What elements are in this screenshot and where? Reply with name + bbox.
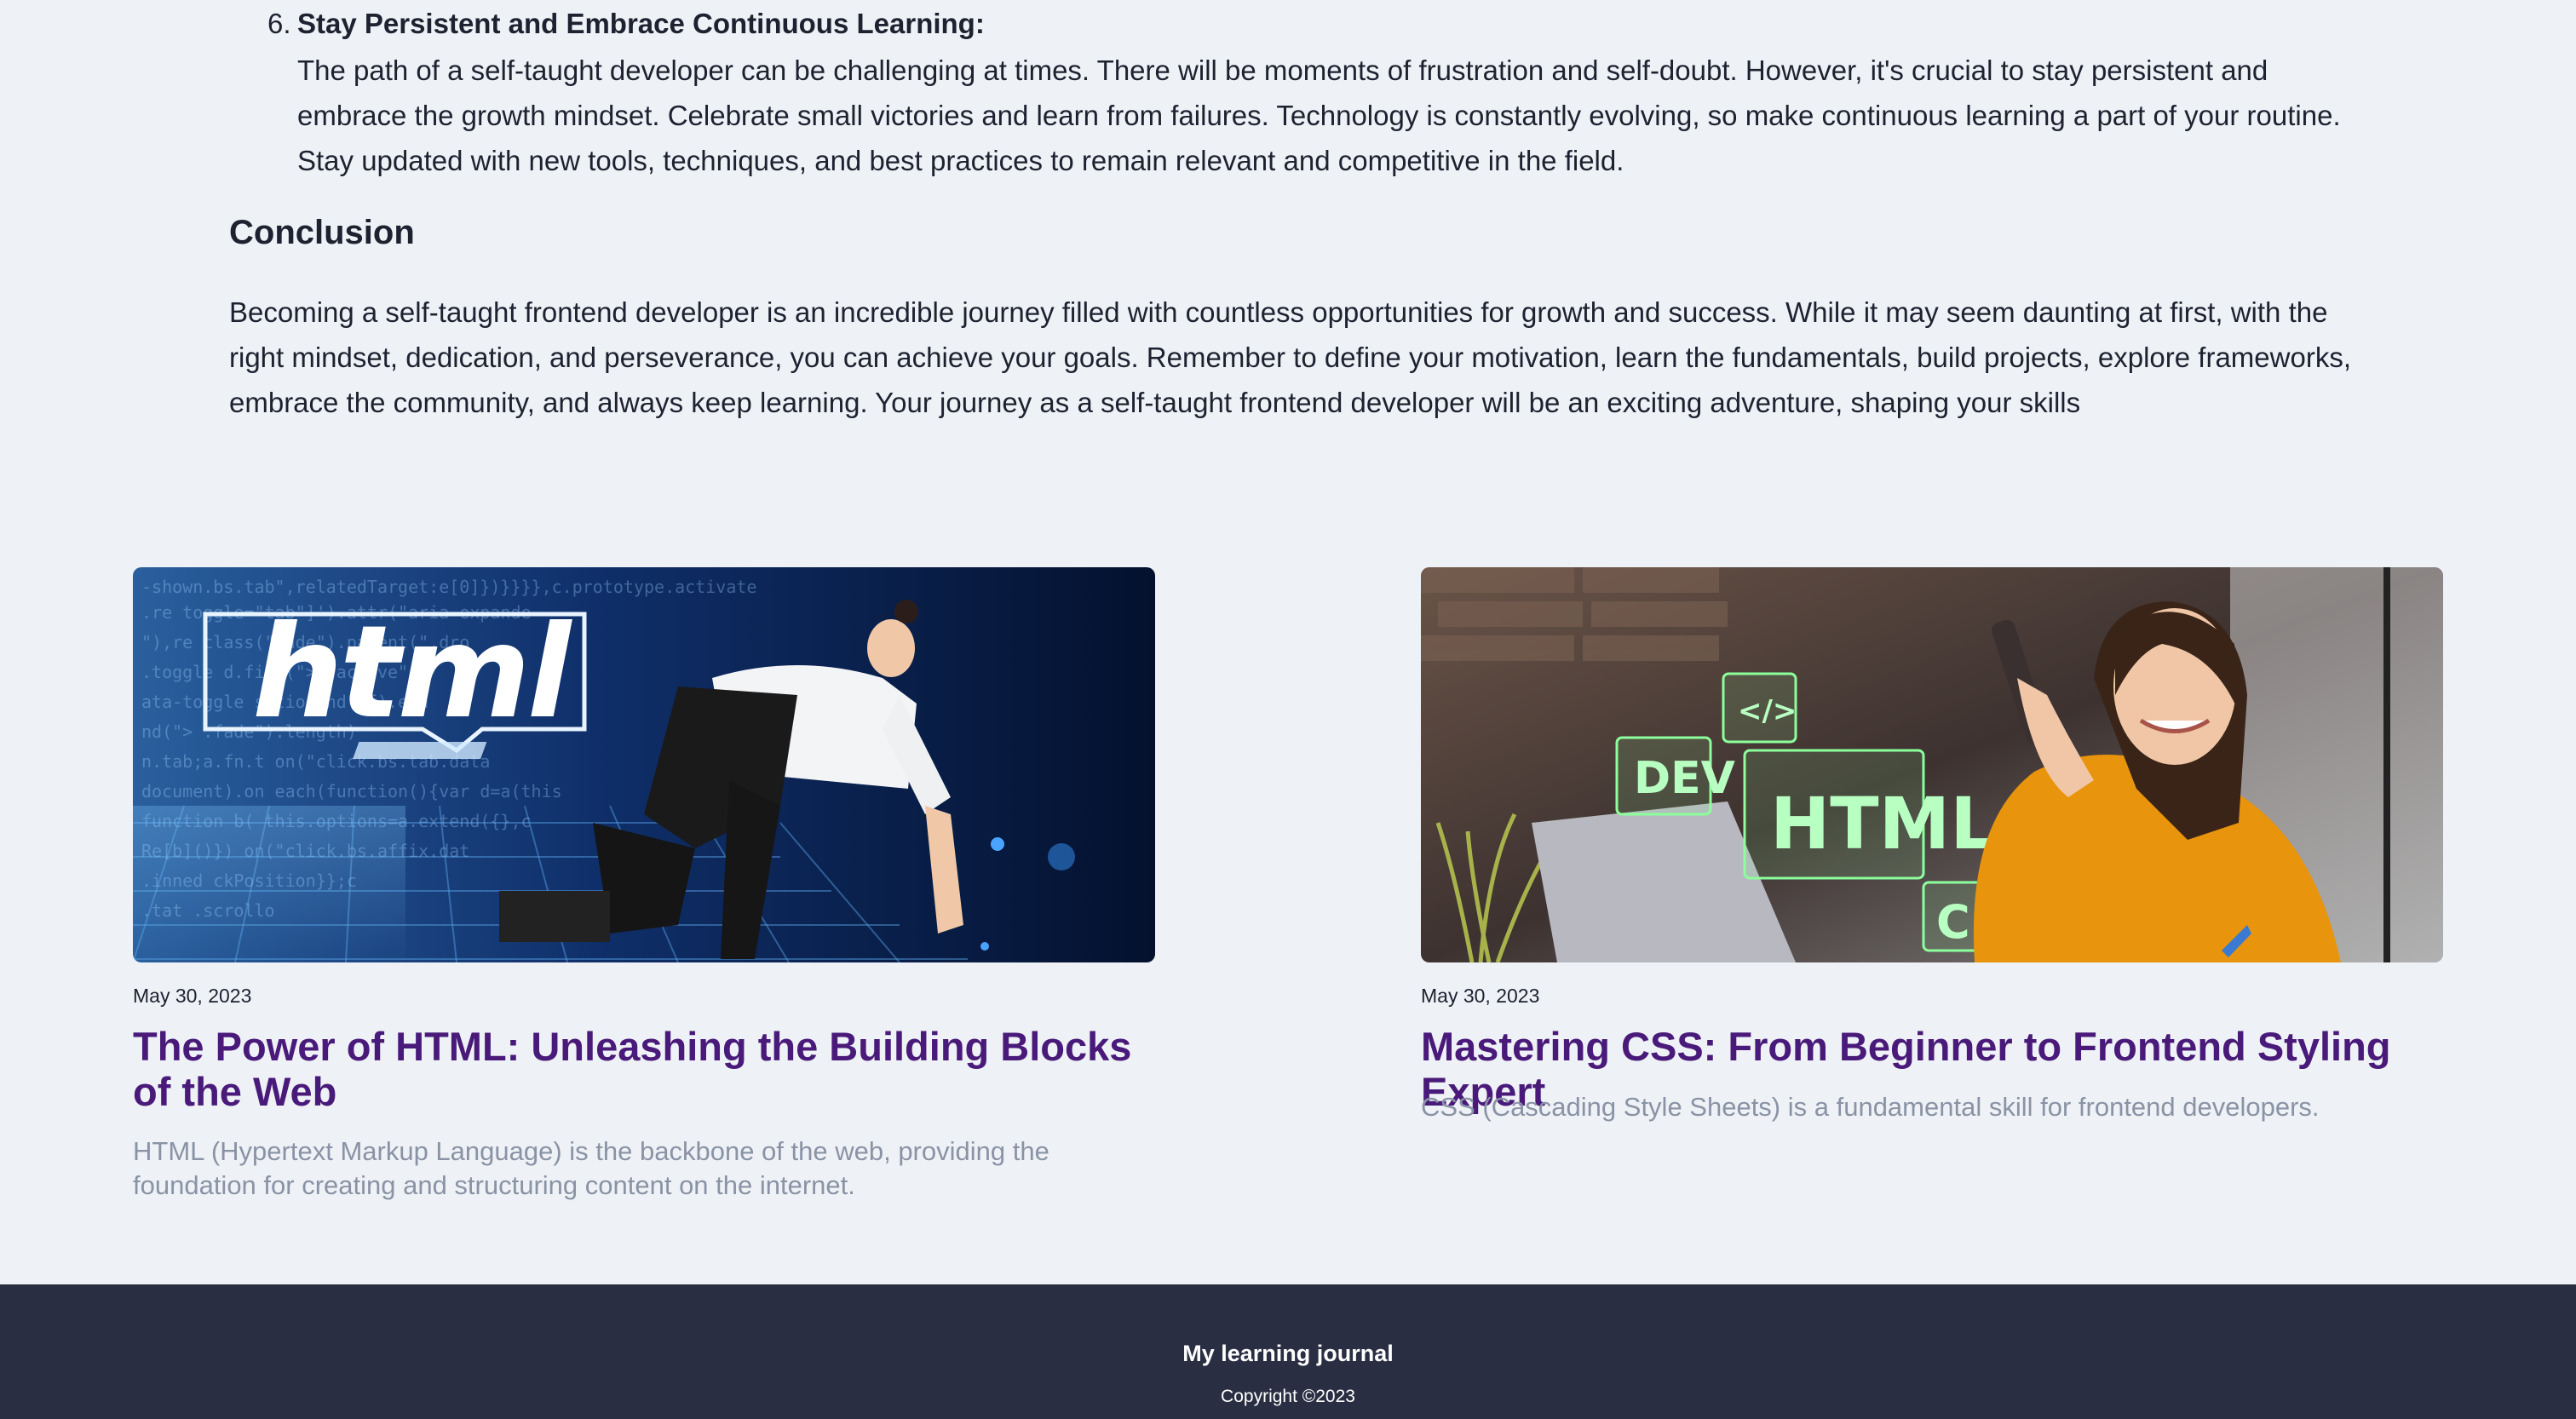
post-excerpt: CSS (Cascading Style Sheets) is a fundam… — [1421, 1092, 2320, 1122]
html-graphic-text: html — [252, 599, 573, 747]
site-footer: My learning journal Copyright ©2023 — [0, 1284, 2576, 1419]
post-excerpt: HTML (Hypertext Markup Language) is the … — [133, 1136, 1049, 1200]
post-date: May 30, 2023 — [133, 985, 252, 1007]
list-item-body: The path of a self-taught developer can … — [297, 55, 2341, 176]
conclusion-text: Becoming a self-taught frontend develope… — [229, 296, 2351, 418]
footer-copyright: Copyright ©2023 — [1221, 1387, 1355, 1406]
post-card-css[interactable]: DEV </> HTML CSS May 30, 2023 Mastering … — [1421, 567, 2443, 1122]
dev-label: DEV — [1634, 753, 1735, 804]
post-card-html[interactable]: -shown.bs.tab",relatedTarget:e[0]})}}}},… — [133, 567, 1155, 1200]
list-item-number: 6. — [267, 8, 291, 39]
svg-text:document).on each(function(): document).on each(function(){var d=a(thi… — [141, 781, 562, 801]
post-image-html[interactable]: -shown.bs.tab",relatedTarget:e[0]})}}}},… — [133, 567, 1155, 962]
footer-site-title: My learning journal — [1182, 1341, 1394, 1366]
code-tag-label: </> — [1738, 694, 1797, 728]
post-date: May 30, 2023 — [1421, 985, 1540, 1007]
list-item-title: Stay Persistent and Embrace Continuous L… — [297, 8, 985, 39]
post-image-css[interactable]: DEV </> HTML CSS — [1421, 567, 2443, 962]
conclusion-heading: Conclusion — [229, 214, 415, 251]
html-label: HTML — [1770, 782, 1996, 865]
svg-text:-shown.bs.tab",relatedTarget:e: -shown.bs.tab",relatedTarget:e[0]})}}}},… — [141, 577, 756, 597]
post-title[interactable]: The Power of HTML: Unleashing the Buildi… — [133, 1024, 1155, 1114]
